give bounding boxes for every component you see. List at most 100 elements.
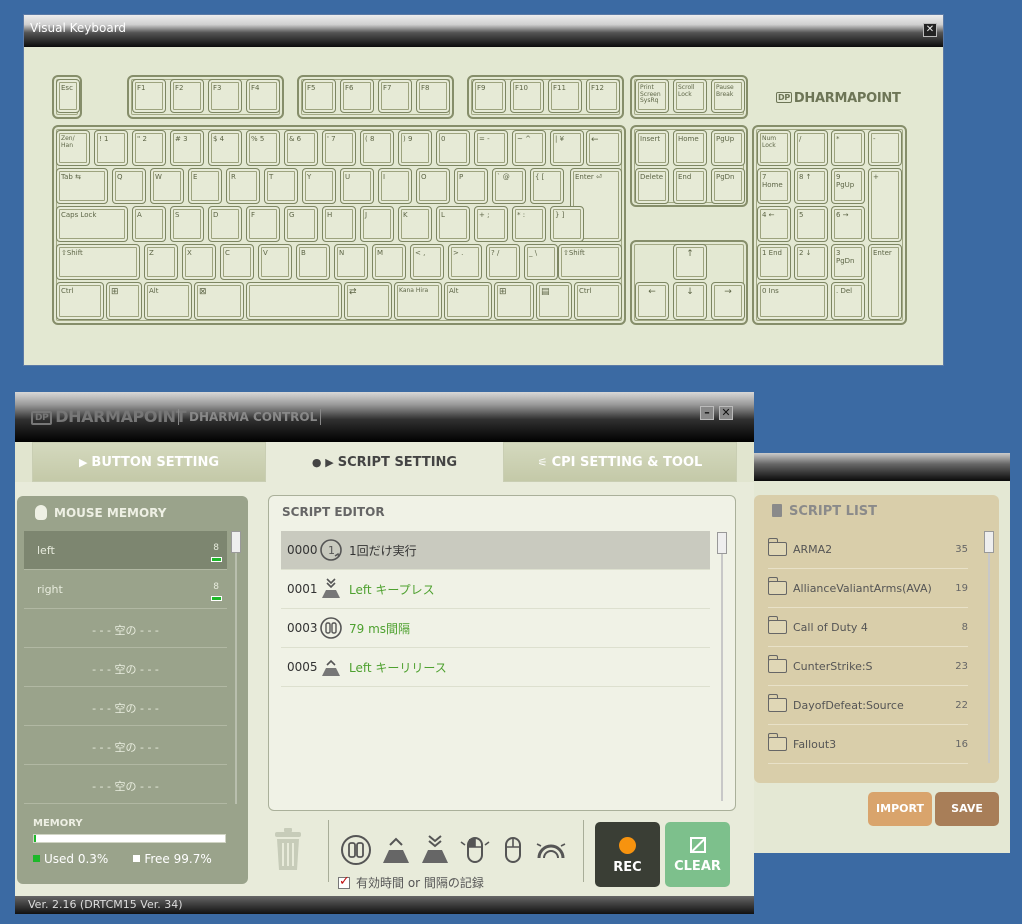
- key-delete[interactable]: Delete: [635, 168, 669, 204]
- keyboard-key[interactable]: ? /: [486, 244, 520, 280]
- script-list-item[interactable]: AllianceValiantArms(AVA) 19: [767, 569, 968, 608]
- tab-button-setting[interactable]: ▶ BUTTON SETTING: [32, 442, 266, 482]
- key-num-multiply[interactable]: *: [831, 130, 865, 166]
- key-windows[interactable]: ⊞: [106, 282, 142, 320]
- key-space[interactable]: [246, 282, 342, 320]
- memory-scroll-track[interactable]: [235, 546, 237, 804]
- memory-slot[interactable]: - - - 空の - - -: [24, 687, 227, 726]
- key-right-shift[interactable]: ⇧Shift: [558, 244, 622, 280]
- keyboard-title-bar[interactable]: Visual Keyboard ✕: [24, 15, 943, 47]
- save-button[interactable]: SAVE: [935, 792, 999, 826]
- memory-scroll-thumb[interactable]: [231, 531, 241, 553]
- key-f5[interactable]: F5: [302, 79, 336, 113]
- keyboard-key[interactable]: A: [132, 206, 166, 242]
- key-num-0[interactable]: 0 Ins: [757, 282, 828, 320]
- key-right-arrow[interactable]: →: [711, 282, 745, 320]
- keyboard-key[interactable]: N: [334, 244, 368, 280]
- keyboard-key[interactable]: = -: [474, 130, 508, 166]
- key-f1[interactable]: F1: [132, 79, 166, 113]
- key-right-alt[interactable]: Alt: [444, 282, 492, 320]
- key-left-ctrl[interactable]: Ctrl: [56, 282, 104, 320]
- keyboard-close-button[interactable]: ✕: [923, 23, 937, 37]
- key-f12[interactable]: F12: [586, 79, 620, 113]
- keyboard-key[interactable]: Q: [112, 168, 146, 204]
- keyboard-key[interactable]: ~ ^: [512, 130, 546, 166]
- key-page-down[interactable]: PgDn: [711, 168, 745, 204]
- keyboard-key[interactable]: B: [296, 244, 330, 280]
- key-henkan[interactable]: ⇄: [344, 282, 392, 320]
- keyboard-key[interactable]: | ¥: [550, 130, 584, 166]
- keyboard-key[interactable]: J: [360, 206, 394, 242]
- key-num-5[interactable]: 5: [794, 206, 828, 242]
- close-button[interactable]: ✕: [719, 406, 733, 420]
- tab-cpi-setting-tool[interactable]: ⚟ CPI SETTING & TOOL: [503, 442, 737, 482]
- key-end[interactable]: End: [673, 168, 707, 204]
- keyboard-key[interactable]: C: [220, 244, 254, 280]
- keyboard-key[interactable]: P: [454, 168, 488, 204]
- keyboard-key[interactable]: * :: [512, 206, 546, 242]
- key-f2[interactable]: F2: [170, 79, 204, 113]
- key-num-slash[interactable]: /: [794, 130, 828, 166]
- keyboard-key[interactable]: 0: [436, 130, 470, 166]
- key-f6[interactable]: F6: [340, 79, 374, 113]
- editor-scroll-thumb[interactable]: [717, 532, 727, 554]
- script-list-scroll-track[interactable]: [988, 553, 990, 763]
- keyboard-key[interactable]: G: [284, 206, 318, 242]
- key-pause-break[interactable]: Pause Break: [711, 79, 745, 113]
- script-list-item[interactable]: ARMA2 35: [767, 530, 968, 569]
- memory-slot[interactable]: - - - 空の - - -: [24, 765, 227, 804]
- key-f4[interactable]: F4: [246, 79, 280, 113]
- keyboard-key[interactable]: Z: [144, 244, 178, 280]
- clear-button[interactable]: CLEAR: [665, 822, 730, 887]
- key-num-3[interactable]: 3 PgDn: [831, 244, 865, 280]
- keyboard-key[interactable]: L: [436, 206, 470, 242]
- keyboard-key[interactable]: O: [416, 168, 450, 204]
- memory-slot[interactable]: right 8: [24, 570, 227, 609]
- keyboard-key[interactable]: < ,: [410, 244, 444, 280]
- key-page-up[interactable]: PgUp: [711, 130, 745, 166]
- keyboard-key[interactable]: T: [264, 168, 298, 204]
- key-num-lock[interactable]: Num Lock: [757, 130, 791, 166]
- key-right-ctrl[interactable]: Ctrl: [574, 282, 622, 320]
- keyboard-key[interactable]: M: [372, 244, 406, 280]
- key-num-6[interactable]: 6 →: [831, 206, 865, 242]
- keyboard-key[interactable]: R: [226, 168, 260, 204]
- keyboard-key[interactable]: " 2: [132, 130, 166, 166]
- keyboard-key[interactable]: } ]: [550, 206, 584, 242]
- key-up-arrow[interactable]: ↑: [673, 244, 707, 280]
- script-list-scroll-thumb[interactable]: [984, 531, 994, 553]
- keyboard-key[interactable]: % 5: [246, 130, 280, 166]
- script-list-title-bar[interactable]: [740, 453, 1010, 481]
- main-title-bar[interactable]: DP DHARMAPOINT DHARMA CONTROL – ✕: [15, 392, 754, 442]
- key-right-windows[interactable]: ⊞: [494, 282, 534, 320]
- tab-script-setting[interactable]: ● ▶ SCRIPT SETTING: [266, 442, 503, 482]
- key-down-arrow[interactable]: ↓: [673, 282, 707, 320]
- script-list-item[interactable]: Call of Duty 4 8: [767, 608, 968, 647]
- keyboard-key[interactable]: H: [322, 206, 356, 242]
- keyboard-key[interactable]: { [: [530, 168, 564, 204]
- script-step[interactable]: 0000 1 1回だけ実行: [281, 531, 710, 570]
- keyboard-key[interactable]: > .: [448, 244, 482, 280]
- key-f3[interactable]: F3: [208, 79, 242, 113]
- key-f8[interactable]: F8: [416, 79, 450, 113]
- key-menu[interactable]: ▤: [536, 282, 572, 320]
- keyboard-key[interactable]: E: [188, 168, 222, 204]
- key-num-plus[interactable]: +: [868, 168, 902, 242]
- memory-slot[interactable]: - - - 空の - - -: [24, 609, 227, 648]
- memory-slot[interactable]: - - - 空の - - -: [24, 648, 227, 687]
- keyboard-key[interactable]: K: [398, 206, 432, 242]
- keyboard-key[interactable]: F: [246, 206, 280, 242]
- key-tab[interactable]: Tab ⇆: [56, 168, 108, 204]
- keyboard-key[interactable]: # 3: [170, 130, 204, 166]
- mouse-click-icon[interactable]: [459, 834, 491, 866]
- key-backspace[interactable]: ←: [586, 130, 622, 166]
- keyboard-key[interactable]: $ 4: [208, 130, 242, 166]
- script-list-item[interactable]: CunterStrike:S 23: [767, 647, 968, 686]
- trash-icon[interactable]: [273, 828, 303, 872]
- key-num-dot[interactable]: . Del: [831, 282, 865, 320]
- memory-slot[interactable]: left 8: [24, 531, 227, 570]
- key-f7[interactable]: F7: [378, 79, 412, 113]
- key-f9[interactable]: F9: [472, 79, 506, 113]
- keyboard-key[interactable]: ( 8: [360, 130, 394, 166]
- key-home[interactable]: Home: [673, 130, 707, 166]
